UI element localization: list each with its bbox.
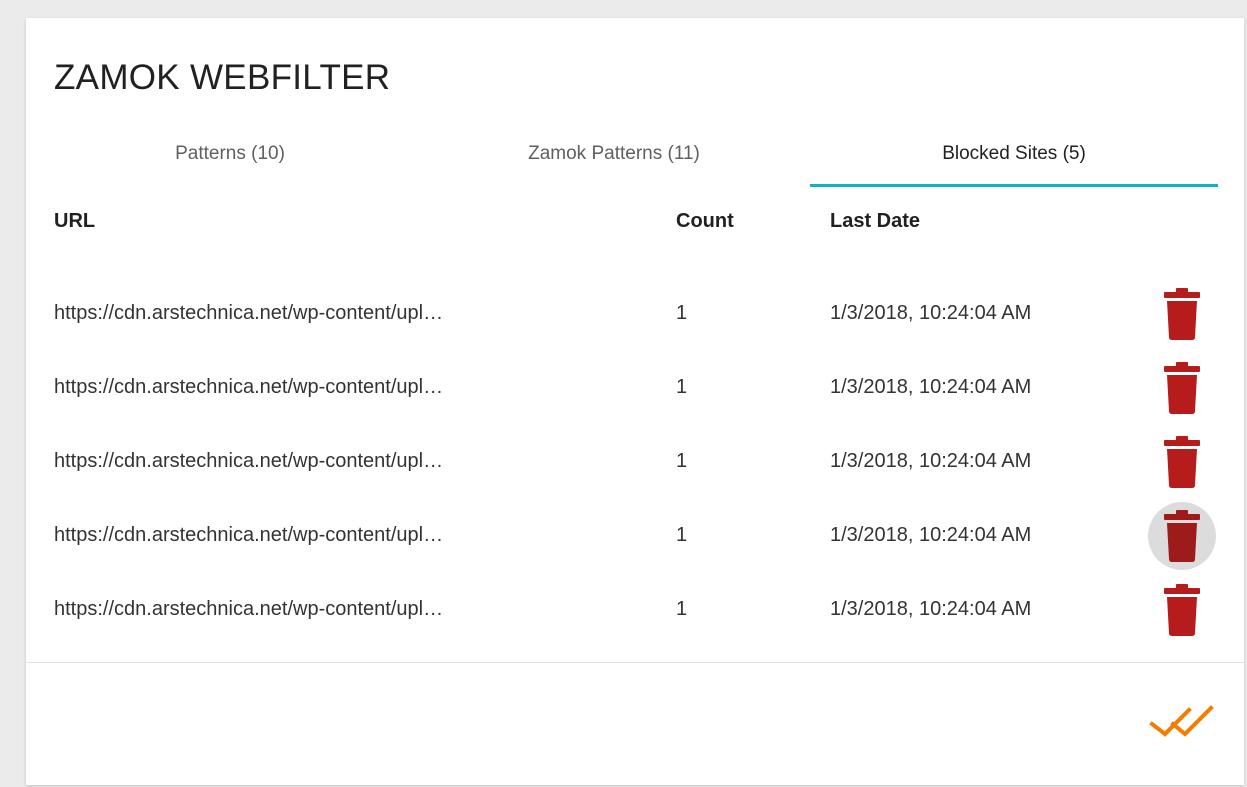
url-cell: https://cdn.arstechnica.net/wp-content/u… [54,450,444,472]
count-cell: 1 [676,450,688,472]
table-row: https://cdn.arstechnica.net/wp-content/u… [26,280,1244,354]
column-header-url: URL [54,210,96,232]
done-button[interactable] [1144,694,1224,754]
double-check-icon [1149,705,1214,737]
count-cell: 1 [676,376,688,398]
trash-icon [1164,288,1200,340]
date-cell: 1/3/2018, 10:24:04 AM [830,450,1032,472]
trash-icon [1164,436,1200,488]
tab-blocked-sites[interactable]: Blocked Sites (5) [810,122,1218,186]
column-header-last-date: Last Date [830,210,921,232]
table-row: https://cdn.arstechnica.net/wp-content/u… [26,428,1244,502]
count-cell: 1 [676,302,688,324]
table-row: https://cdn.arstechnica.net/wp-content/u… [26,502,1244,576]
delete-button[interactable] [1148,428,1216,496]
delete-button[interactable] [1148,576,1216,644]
count-cell: 1 [676,524,688,546]
url-cell: https://cdn.arstechnica.net/wp-content/u… [54,302,444,324]
table-row: https://cdn.arstechnica.net/wp-content/u… [26,354,1244,428]
trash-icon [1164,362,1200,414]
webfilter-card: ZAMOK WEBFILTER Patterns (10) Zamok Patt… [26,18,1244,785]
app-title: ZAMOK WEBFILTER [54,58,391,97]
count-cell: 1 [676,598,688,620]
tab-zamok-patterns[interactable]: Zamok Patterns (11) [410,122,818,186]
footer-divider [26,662,1244,663]
date-cell: 1/3/2018, 10:24:04 AM [830,524,1032,546]
date-cell: 1/3/2018, 10:24:04 AM [830,598,1032,620]
tab-bar: Patterns (10) Zamok Patterns (11) Blocke… [26,122,1244,186]
date-cell: 1/3/2018, 10:24:04 AM [830,302,1032,324]
column-header-count: Count [676,210,734,232]
table-row: https://cdn.arstechnica.net/wp-content/u… [26,576,1244,650]
trash-icon [1164,584,1200,636]
date-cell: 1/3/2018, 10:24:04 AM [830,376,1032,398]
url-cell: https://cdn.arstechnica.net/wp-content/u… [54,524,444,546]
delete-button[interactable] [1148,502,1216,570]
delete-button[interactable] [1148,280,1216,348]
active-tab-indicator [810,184,1218,187]
delete-button[interactable] [1148,354,1216,422]
url-cell: https://cdn.arstechnica.net/wp-content/u… [54,598,444,620]
trash-icon [1164,510,1200,562]
tab-patterns[interactable]: Patterns (10) [26,122,434,186]
url-cell: https://cdn.arstechnica.net/wp-content/u… [54,376,444,398]
